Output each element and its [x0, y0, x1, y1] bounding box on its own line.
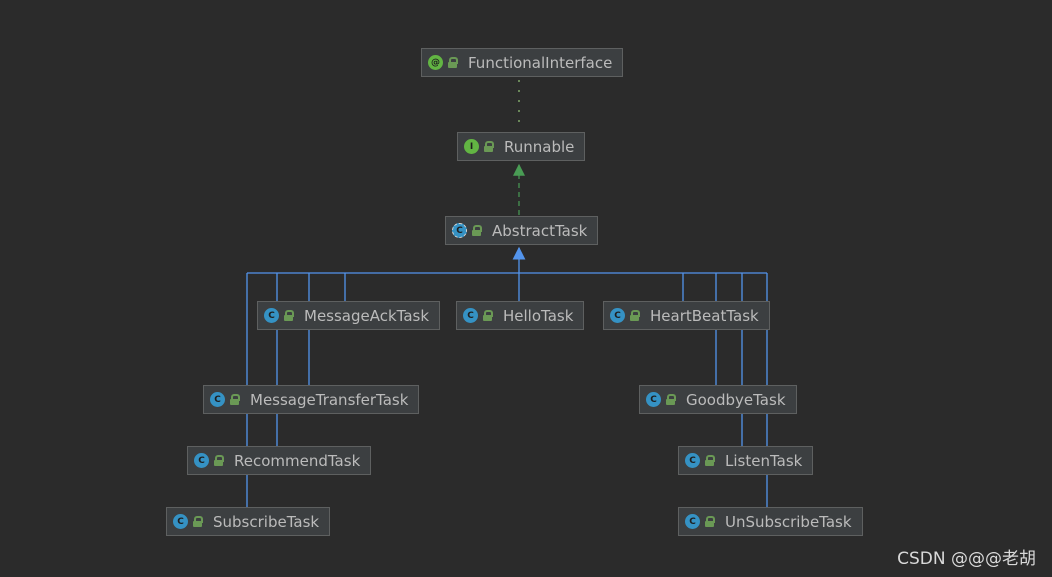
lock-icon	[630, 309, 640, 322]
node-label: HelloTask	[503, 306, 574, 325]
lock-icon	[284, 309, 294, 322]
node-heartbeattask[interactable]: C HeartBeatTask	[603, 301, 770, 330]
class-icon: C	[194, 453, 209, 468]
node-listentask[interactable]: C ListenTask	[678, 446, 814, 475]
class-icon: C	[173, 514, 188, 529]
node-unsubscribetask[interactable]: C UnSubscribeTask	[678, 507, 863, 536]
class-icon: C	[210, 392, 225, 407]
lock-icon	[214, 454, 224, 467]
node-messagetransfertask[interactable]: C MessageTransferTask	[203, 385, 420, 414]
class-icon: C	[463, 308, 478, 323]
lock-icon	[448, 56, 458, 69]
node-label: SubscribeTask	[213, 512, 320, 531]
lock-icon	[705, 515, 715, 528]
node-label: ListenTask	[725, 451, 803, 470]
abstract-class-icon: C	[452, 223, 467, 238]
class-icon: C	[646, 392, 661, 407]
class-icon: C	[264, 308, 279, 323]
node-label: Runnable	[504, 137, 575, 156]
class-icon: C	[610, 308, 625, 323]
node-label: GoodbyeTask	[686, 390, 786, 409]
lock-icon	[484, 140, 494, 153]
node-label: RecommendTask	[234, 451, 361, 470]
node-hellotask[interactable]: C HelloTask	[456, 301, 585, 330]
node-abstracttask[interactable]: C AbstractTask	[445, 216, 599, 245]
node-subscribetask[interactable]: C SubscribeTask	[166, 507, 331, 536]
node-label: MessageTransferTask	[250, 390, 409, 409]
lock-icon	[666, 393, 676, 406]
node-recommendtask[interactable]: C RecommendTask	[187, 446, 372, 475]
watermark: CSDN @@@老胡	[897, 549, 1036, 569]
class-icon: C	[685, 453, 700, 468]
lock-icon	[472, 224, 482, 237]
node-messageacktask[interactable]: C MessageAckTask	[257, 301, 441, 330]
node-label: UnSubscribeTask	[725, 512, 852, 531]
lock-icon	[230, 393, 240, 406]
interface-icon: I	[464, 139, 479, 154]
class-icon: C	[685, 514, 700, 529]
lock-icon	[483, 309, 493, 322]
lock-icon	[193, 515, 203, 528]
node-label: MessageAckTask	[304, 306, 430, 325]
node-label: HeartBeatTask	[650, 306, 759, 325]
diagram-canvas	[246, 80, 768, 507]
node-goodbyetask[interactable]: C GoodbyeTask	[639, 385, 797, 414]
lock-icon	[705, 454, 715, 467]
node-label: AbstractTask	[492, 221, 588, 240]
node-functionalinterface[interactable]: @ FunctionalInterface	[421, 48, 624, 77]
node-label: FunctionalInterface	[468, 53, 613, 72]
node-runnable[interactable]: I Runnable	[457, 132, 586, 161]
annotation-icon: @	[428, 55, 443, 70]
